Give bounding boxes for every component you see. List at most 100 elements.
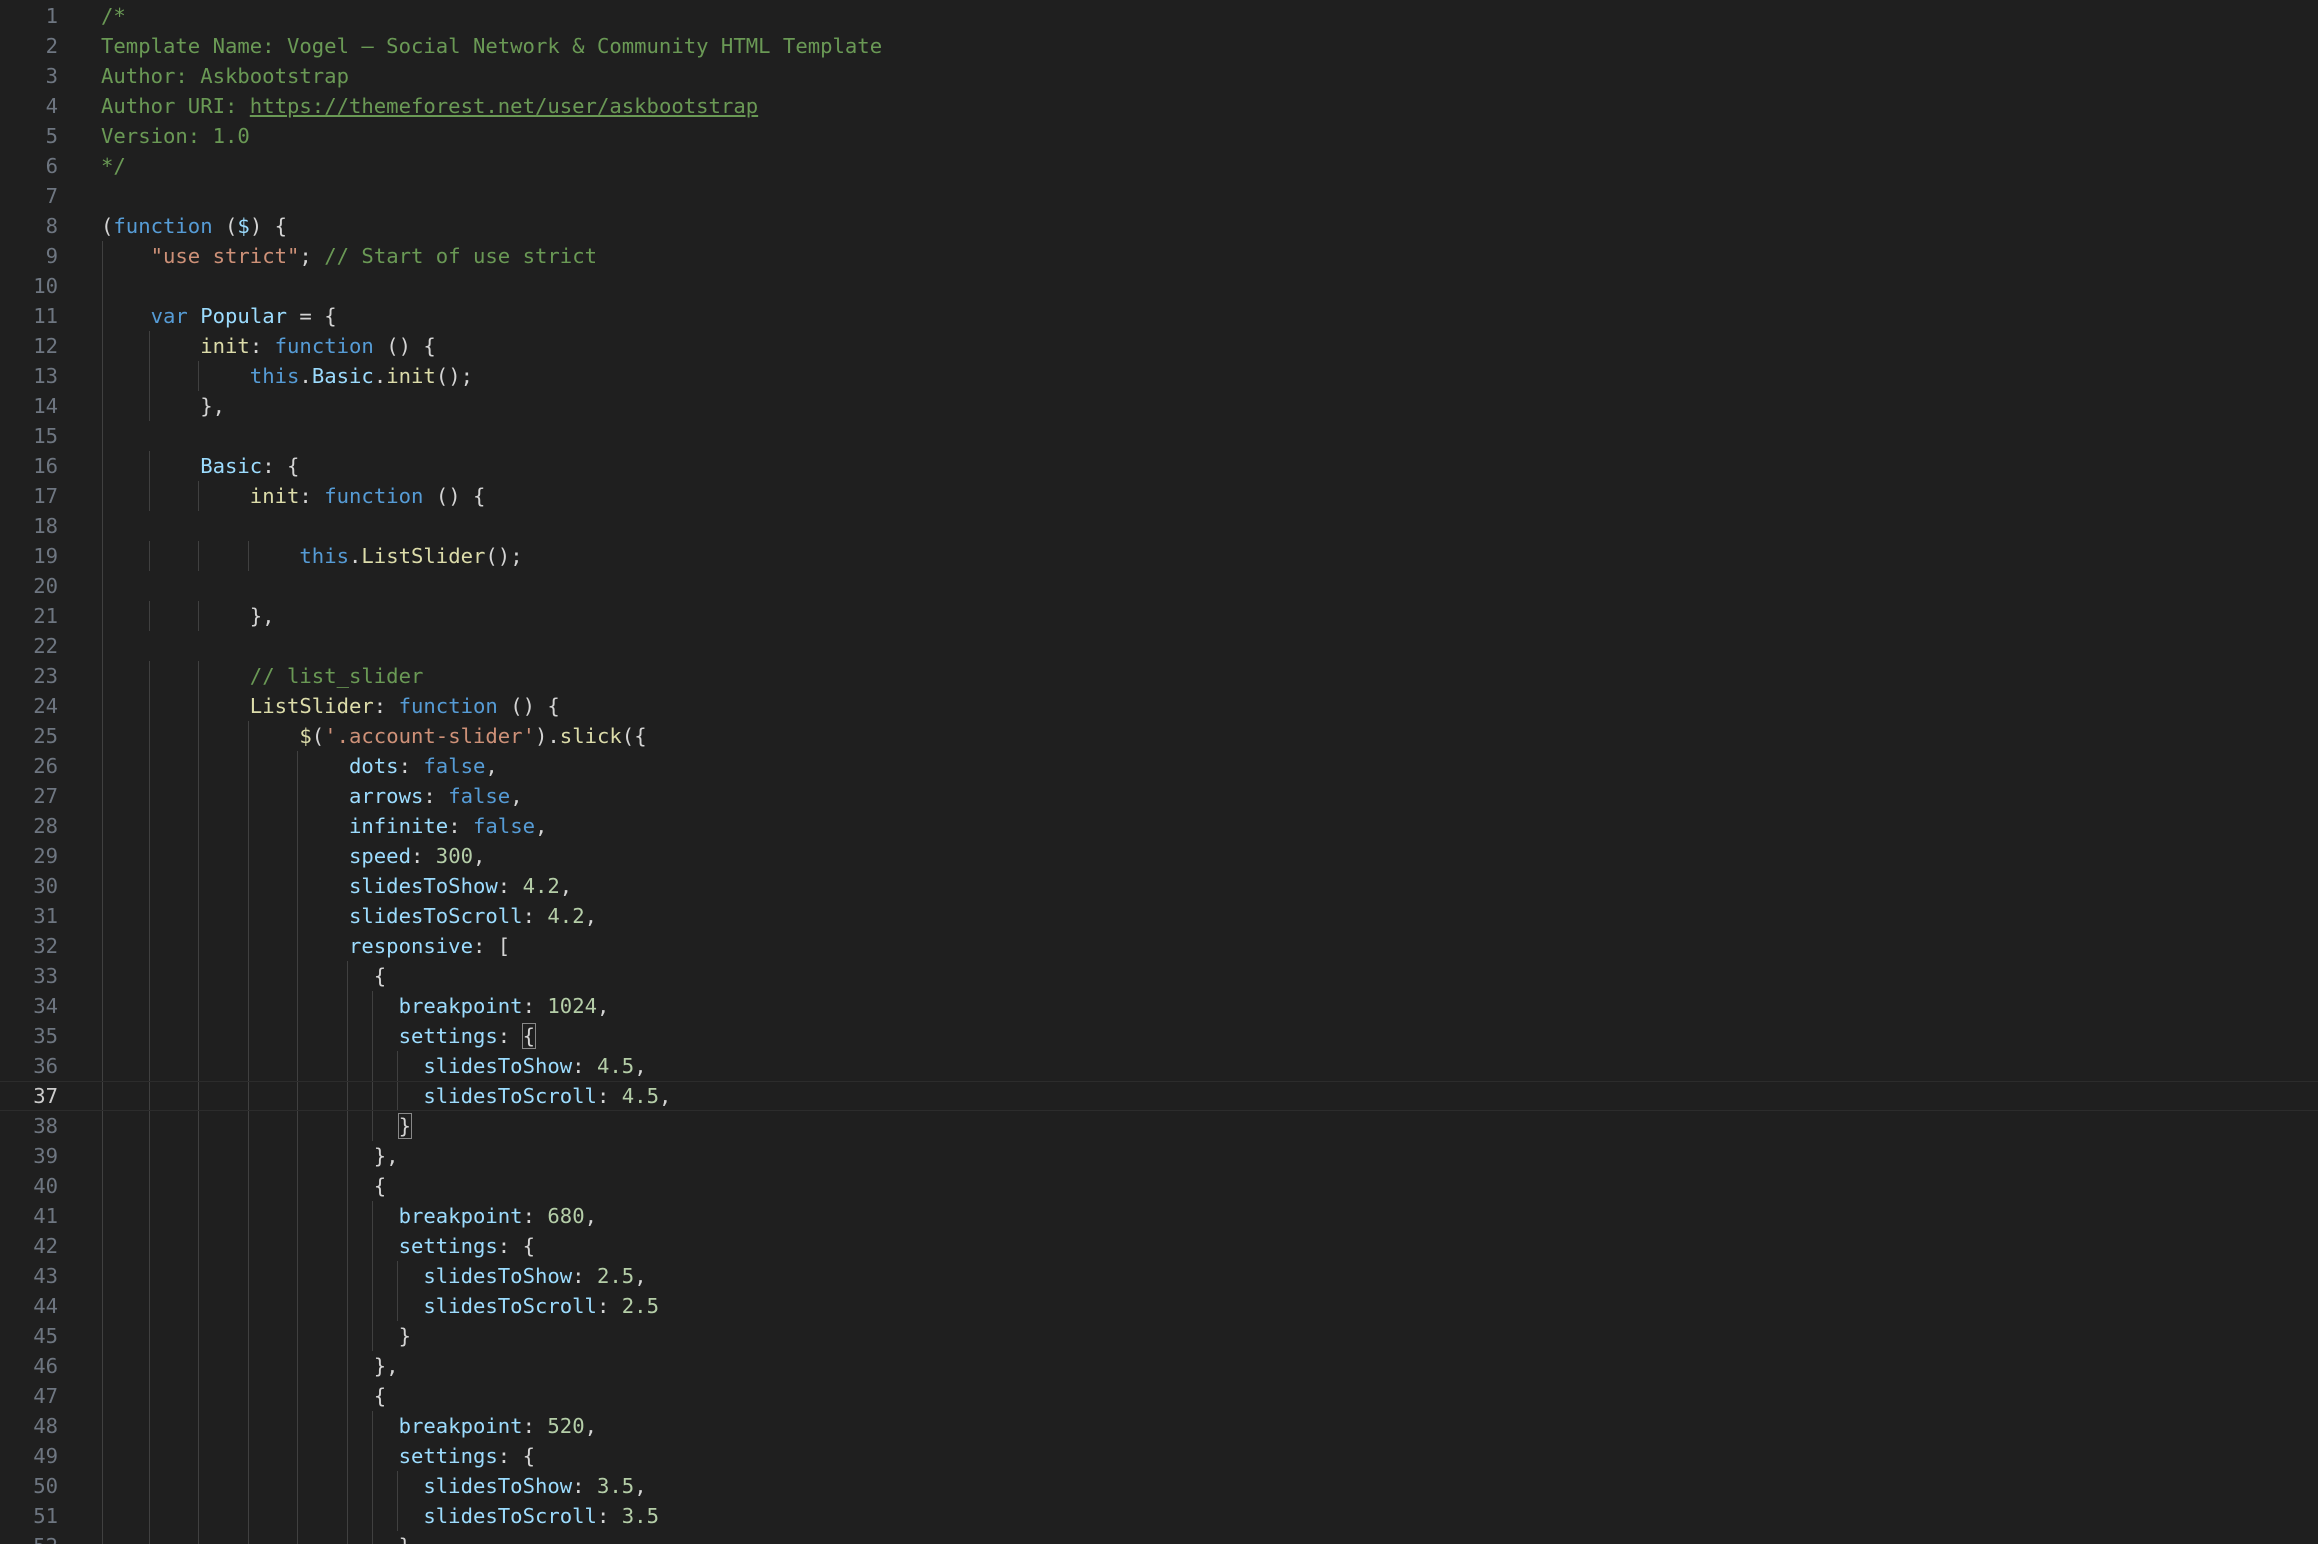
- code-line[interactable]: 48 breakpoint: 520,: [0, 1411, 2318, 1441]
- line-number[interactable]: 45: [0, 1321, 58, 1351]
- line-number[interactable]: 28: [0, 811, 58, 841]
- code-text[interactable]: slidesToShow: 4.2,: [101, 871, 572, 901]
- code-line[interactable]: 37 slidesToScroll: 4.5,: [0, 1081, 2318, 1111]
- code-line[interactable]: 6 */: [0, 151, 2318, 181]
- line-number[interactable]: 32: [0, 931, 58, 961]
- code-line[interactable]: 4 Author URI: https://themeforest.net/use…: [0, 91, 2318, 121]
- code-line[interactable]: 39 },: [0, 1141, 2318, 1171]
- code-line[interactable]: 41 breakpoint: 680,: [0, 1201, 2318, 1231]
- code-line[interactable]: 35 settings: {: [0, 1021, 2318, 1051]
- code-text[interactable]: Version: 1.0: [101, 121, 250, 151]
- code-line[interactable]: 36 slidesToShow: 4.5,: [0, 1051, 2318, 1081]
- code-line[interactable]: 12 init: function () {: [0, 331, 2318, 361]
- code-link[interactable]: https://themeforest.net/user/askbootstra…: [250, 94, 758, 118]
- code-text[interactable]: breakpoint: 1024,: [101, 991, 610, 1021]
- code-line[interactable]: 13 this.Basic.init();: [0, 361, 2318, 391]
- line-number[interactable]: 44: [0, 1291, 58, 1321]
- code-text[interactable]: slidesToScroll: 4.2,: [101, 901, 597, 931]
- code-text[interactable]: arrows: false,: [101, 781, 523, 811]
- line-number[interactable]: 38: [0, 1111, 58, 1141]
- code-line[interactable]: 7: [0, 181, 2318, 211]
- code-line[interactable]: 51 slidesToScroll: 3.5: [0, 1501, 2318, 1531]
- code-text[interactable]: this.Basic.init();: [101, 361, 473, 391]
- code-text[interactable]: {: [101, 961, 386, 991]
- code-line[interactable]: 30 slidesToShow: 4.2,: [0, 871, 2318, 901]
- code-text[interactable]: },: [101, 1141, 399, 1171]
- code-line[interactable]: 18: [0, 511, 2318, 541]
- code-text[interactable]: "use strict"; // Start of use strict: [101, 241, 597, 271]
- code-text[interactable]: $('.account-slider').slick({: [101, 721, 646, 751]
- code-line[interactable]: 38 }: [0, 1111, 2318, 1141]
- code-text[interactable]: /*: [101, 1, 126, 31]
- code-text[interactable]: ListSlider: function () {: [101, 691, 560, 721]
- code-text[interactable]: {: [101, 1171, 386, 1201]
- code-text[interactable]: init: function () {: [101, 481, 486, 511]
- line-number[interactable]: 47: [0, 1381, 58, 1411]
- code-text[interactable]: {: [101, 1381, 386, 1411]
- line-number[interactable]: 50: [0, 1471, 58, 1501]
- code-text[interactable]: slidesToScroll: 4.5,: [101, 1082, 671, 1110]
- code-text[interactable]: settings: {: [101, 1441, 535, 1471]
- line-number[interactable]: 30: [0, 871, 58, 901]
- line-number[interactable]: 24: [0, 691, 58, 721]
- code-text[interactable]: slidesToShow: 2.5,: [101, 1261, 646, 1291]
- code-line[interactable]: 40 {: [0, 1171, 2318, 1201]
- code-text[interactable]: slidesToShow: 3.5,: [101, 1471, 646, 1501]
- code-text[interactable]: settings: {: [101, 1021, 537, 1051]
- code-line[interactable]: 23 // list_slider: [0, 661, 2318, 691]
- line-number[interactable]: 4: [0, 91, 58, 121]
- code-text[interactable]: Author URI: https://themeforest.net/user…: [101, 91, 758, 121]
- line-number[interactable]: 21: [0, 601, 58, 631]
- code-line[interactable]: 26 dots: false,: [0, 751, 2318, 781]
- code-line[interactable]: 16 Basic: {: [0, 451, 2318, 481]
- line-number[interactable]: 12: [0, 331, 58, 361]
- line-number[interactable]: 35: [0, 1021, 58, 1051]
- line-number[interactable]: 10: [0, 271, 58, 301]
- code-line[interactable]: 25 $('.account-slider').slick({: [0, 721, 2318, 751]
- code-text[interactable]: (function ($) {: [101, 211, 287, 241]
- code-line[interactable]: 52 }: [0, 1531, 2318, 1544]
- code-line[interactable]: 43 slidesToShow: 2.5,: [0, 1261, 2318, 1291]
- line-number[interactable]: 48: [0, 1411, 58, 1441]
- line-number[interactable]: 34: [0, 991, 58, 1021]
- code-line[interactable]: 2 Template Name: Vogel – Social Network &…: [0, 31, 2318, 61]
- code-text[interactable]: responsive: [: [101, 931, 510, 961]
- code-line[interactable]: 46 },: [0, 1351, 2318, 1381]
- code-line[interactable]: 49 settings: {: [0, 1441, 2318, 1471]
- code-text[interactable]: },: [101, 391, 225, 421]
- code-text[interactable]: Template Name: Vogel – Social Network & …: [101, 31, 882, 61]
- code-text[interactable]: settings: {: [101, 1231, 535, 1261]
- code-line[interactable]: 8 (function ($) {: [0, 211, 2318, 241]
- line-number[interactable]: 11: [0, 301, 58, 331]
- code-line[interactable]: 15: [0, 421, 2318, 451]
- code-line[interactable]: 45 }: [0, 1321, 2318, 1351]
- code-line[interactable]: 20: [0, 571, 2318, 601]
- code-line[interactable]: 32 responsive: [: [0, 931, 2318, 961]
- code-line[interactable]: 34 breakpoint: 1024,: [0, 991, 2318, 1021]
- code-text[interactable]: slidesToShow: 4.5,: [101, 1051, 646, 1081]
- line-number[interactable]: 22: [0, 631, 58, 661]
- code-text[interactable]: speed: 300,: [101, 841, 485, 871]
- code-lines[interactable]: 1 /* 2 Template Name: Vogel – Social Networ…: [0, 1, 2318, 1544]
- line-number[interactable]: 19: [0, 541, 58, 571]
- code-text[interactable]: },: [101, 1351, 399, 1381]
- line-number[interactable]: 16: [0, 451, 58, 481]
- line-number[interactable]: 15: [0, 421, 58, 451]
- line-number[interactable]: 17: [0, 481, 58, 511]
- code-text[interactable]: breakpoint: 520,: [101, 1411, 597, 1441]
- line-number[interactable]: 31: [0, 901, 58, 931]
- code-text[interactable]: breakpoint: 680,: [101, 1201, 597, 1231]
- code-text[interactable]: */: [101, 151, 126, 181]
- code-line[interactable]: 14 },: [0, 391, 2318, 421]
- line-number[interactable]: 29: [0, 841, 58, 871]
- code-text[interactable]: Author: Askbootstrap: [101, 61, 349, 91]
- code-line[interactable]: 42 settings: {: [0, 1231, 2318, 1261]
- code-text[interactable]: }: [101, 1321, 411, 1351]
- code-line[interactable]: 47 {: [0, 1381, 2318, 1411]
- line-number[interactable]: 3: [0, 61, 58, 91]
- code-text[interactable]: this.ListSlider();: [101, 541, 522, 571]
- line-number[interactable]: 37: [0, 1082, 58, 1110]
- code-text[interactable]: var Popular = {: [101, 301, 337, 331]
- line-number[interactable]: 49: [0, 1441, 58, 1471]
- code-editor[interactable]: 1 /* 2 Template Name: Vogel – Social Networ…: [0, 0, 2318, 1544]
